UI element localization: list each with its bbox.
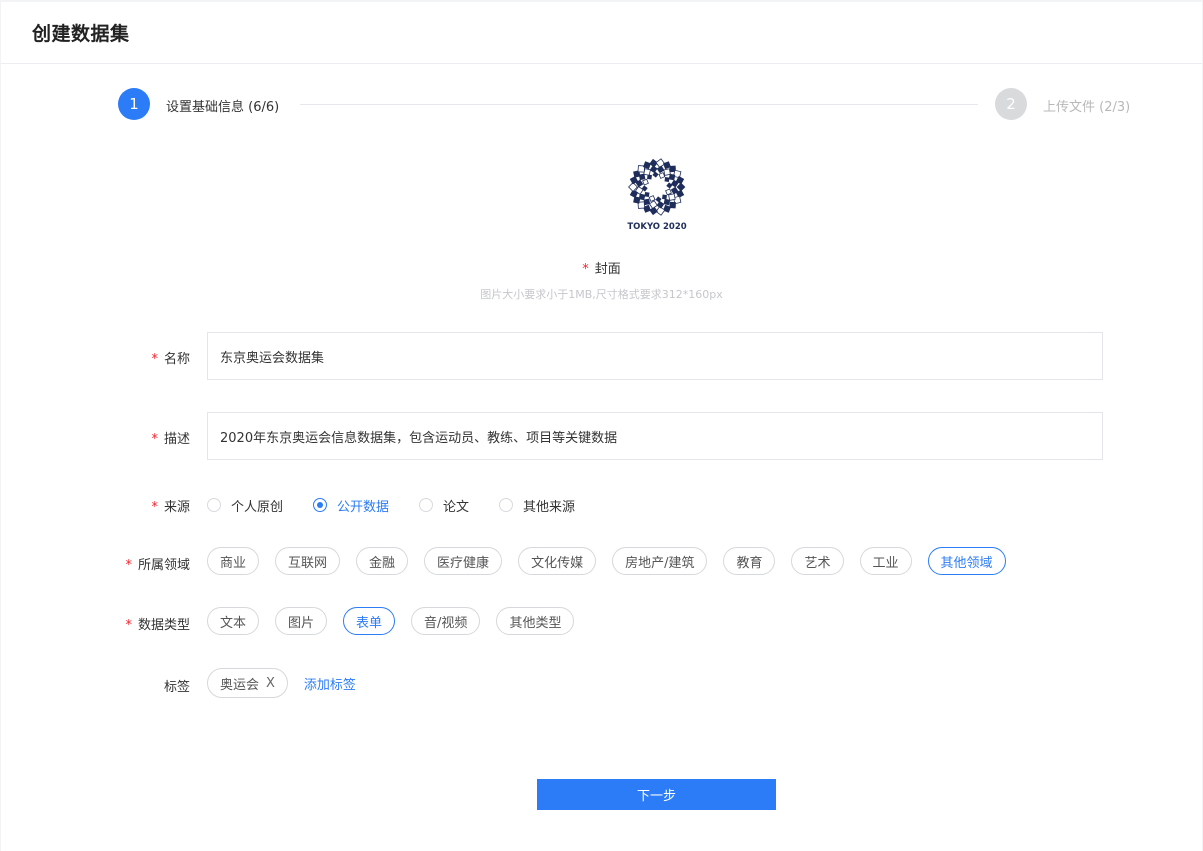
cover-label: * 封面 [582, 262, 621, 277]
step-1-indicator: 1 [118, 88, 150, 120]
emblem-square [643, 168, 651, 176]
domain-options: 商业 互联网 金融 医疗健康 文化传媒 房地产/建筑 教育 艺术 工业 其他领域 [207, 547, 1022, 575]
radio-circle-icon [419, 498, 434, 512]
domain-option[interactable]: 互联网 [275, 547, 341, 575]
emblem-square [668, 173, 676, 181]
data-type-label: * 数据类型 [125, 618, 190, 633]
emblem-square [643, 198, 651, 206]
remove-tag-icon[interactable]: X [266, 676, 275, 691]
data-type-option[interactable]: 图片 [275, 607, 328, 635]
domain-option[interactable]: 文化传媒 [518, 547, 597, 575]
emblem-square [665, 188, 672, 196]
data-type-option[interactable]: 其他类型 [496, 607, 575, 635]
page-header: 创建数据集 [1, 2, 1202, 64]
source-option-label: 论文 [443, 499, 470, 515]
cover-hint: 图片大小要求小于1MB,尺寸格式要求312*160px [480, 288, 723, 301]
page-title: 创建数据集 [32, 23, 130, 45]
data-type-options: 文本 图片 表单 音/视频 其他类型 [207, 607, 590, 635]
emblem-square [663, 168, 671, 176]
next-step-button[interactable]: 下一步 [537, 779, 776, 810]
add-tag-link[interactable]: 添加标签 [304, 674, 356, 693]
source-radio-group: 个人原创 公开数据 论文 其他来源 [207, 495, 605, 515]
domain-option[interactable]: 金融 [356, 547, 409, 575]
data-type-option[interactable]: 表单 [343, 607, 396, 635]
emblem-square [668, 193, 676, 201]
domain-option[interactable]: 房地产/建筑 [612, 547, 708, 575]
emblem-square [663, 198, 671, 206]
source-option[interactable]: 论文 [419, 496, 469, 515]
emblem-square [656, 200, 665, 209]
create-dataset-card: 创建数据集 1 设置基础信息 (6/6) 2 上传文件 (2/3) TOKYO … [1, 2, 1202, 851]
source-option-label: 其他来源 [523, 499, 576, 515]
emblem-square [662, 194, 667, 200]
tags-label: 标签 [163, 680, 190, 695]
name-input[interactable]: 东京奥运会数据集 [207, 332, 1103, 380]
source-option-label: 公开数据 [337, 499, 390, 515]
name-label: * 名称 [151, 352, 190, 367]
emblem-text: TOKYO 2020 [627, 222, 686, 232]
emblem-square [656, 165, 665, 174]
description-label: * 描述 [151, 432, 190, 447]
domain-option[interactable]: 其他领域 [927, 547, 1006, 575]
data-type-option[interactable]: 音/视频 [411, 607, 481, 635]
radio-circle-icon [313, 498, 328, 512]
emblem-square [642, 178, 649, 186]
domain-option[interactable]: 教育 [723, 547, 776, 575]
stepper: 1 设置基础信息 (6/6) 2 上传文件 (2/3) [118, 88, 1148, 122]
emblem-square [649, 165, 658, 174]
step-2-indicator: 2 [995, 88, 1027, 120]
source-option[interactable]: 个人原创 [207, 496, 283, 515]
emblem-square [658, 172, 666, 179]
domain-option[interactable]: 医疗健康 [424, 547, 503, 575]
cover-image[interactable]: TOKYO 2020 [627, 156, 687, 232]
tokyo-2020-emblem: TOKYO 2020 [627, 158, 687, 232]
emblem-square [638, 193, 646, 201]
domain-option[interactable]: 商业 [207, 547, 260, 575]
data-type-option[interactable]: 文本 [207, 607, 260, 635]
radio-circle-icon [499, 498, 514, 512]
step-connector [300, 104, 978, 105]
source-option[interactable]: 公开数据 [313, 496, 389, 515]
emblem-square [664, 177, 670, 182]
domain-label: * 所属领域 [125, 558, 190, 573]
source-option[interactable]: 其他来源 [499, 496, 575, 515]
emblem-square [644, 192, 650, 197]
step-1-label: 设置基础信息 (6/6) [166, 100, 280, 115]
step-2-label: 上传文件 (2/3) [1043, 100, 1131, 115]
source-option-label: 个人原创 [231, 499, 284, 515]
emblem-square [648, 200, 658, 210]
domain-option[interactable]: 艺术 [791, 547, 844, 575]
tags-row: 奥运会 X 添加标签 [207, 668, 356, 698]
source-label: * 来源 [151, 500, 190, 515]
emblem-square [647, 174, 652, 180]
description-input[interactable]: 2020年东京奥运会信息数据集，包含运动员、教练、项目等关键数据 [207, 412, 1103, 460]
radio-circle-icon [207, 498, 221, 512]
tag-chip-label: 奥运会 [220, 677, 260, 693]
domain-option[interactable]: 工业 [859, 547, 912, 575]
tag-chip: 奥运会 X [207, 668, 288, 698]
